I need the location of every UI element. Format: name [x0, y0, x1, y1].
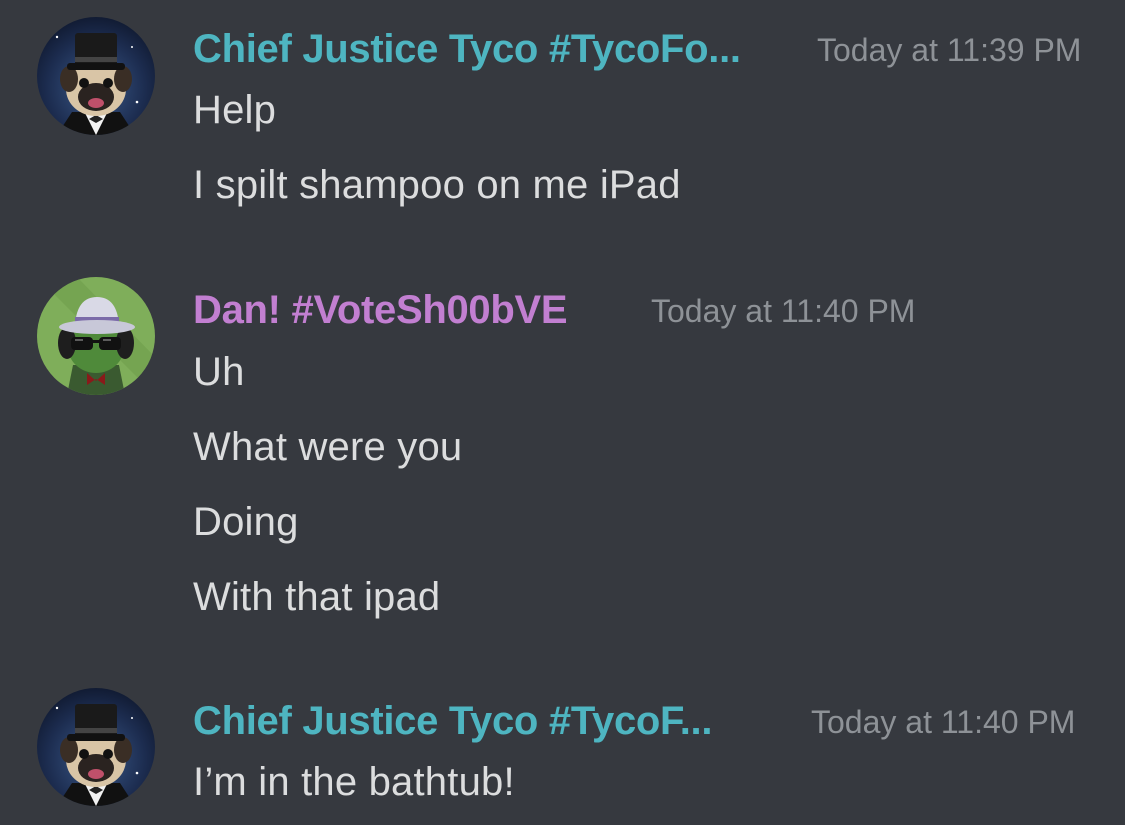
username[interactable]: Dan! #VoteSh00bVE — [193, 288, 568, 333]
message-text: Doing — [193, 500, 299, 544]
frog-avatar-icon[interactable] — [37, 277, 155, 395]
message-text: I spilt shampoo on me iPad — [193, 163, 681, 207]
pug-avatar-icon[interactable] — [37, 17, 155, 135]
pug-avatar-icon[interactable] — [37, 688, 155, 806]
message-text: I’m in the bathtub! — [193, 760, 515, 804]
message-header: Chief Justice Tyco #TycoF... Today at 11… — [193, 694, 1090, 744]
message-text: With that ipad — [193, 575, 441, 619]
username[interactable]: Chief Justice Tyco #TycoF... — [193, 699, 712, 744]
timestamp: Today at 11:40 PM — [811, 704, 1076, 740]
message-text: What were you — [193, 425, 463, 469]
message-header: Dan! #VoteSh00bVE Today at 11:40 PM — [193, 283, 1090, 333]
timestamp: Today at 11:40 PM — [651, 293, 916, 329]
message-text: Uh — [193, 350, 245, 394]
message-header: Chief Justice Tyco #TycoFo... Today at 1… — [193, 22, 1090, 72]
message-text: Help — [193, 88, 277, 132]
username[interactable]: Chief Justice Tyco #TycoFo... — [193, 27, 741, 72]
timestamp: Today at 11:39 PM — [817, 32, 1082, 68]
